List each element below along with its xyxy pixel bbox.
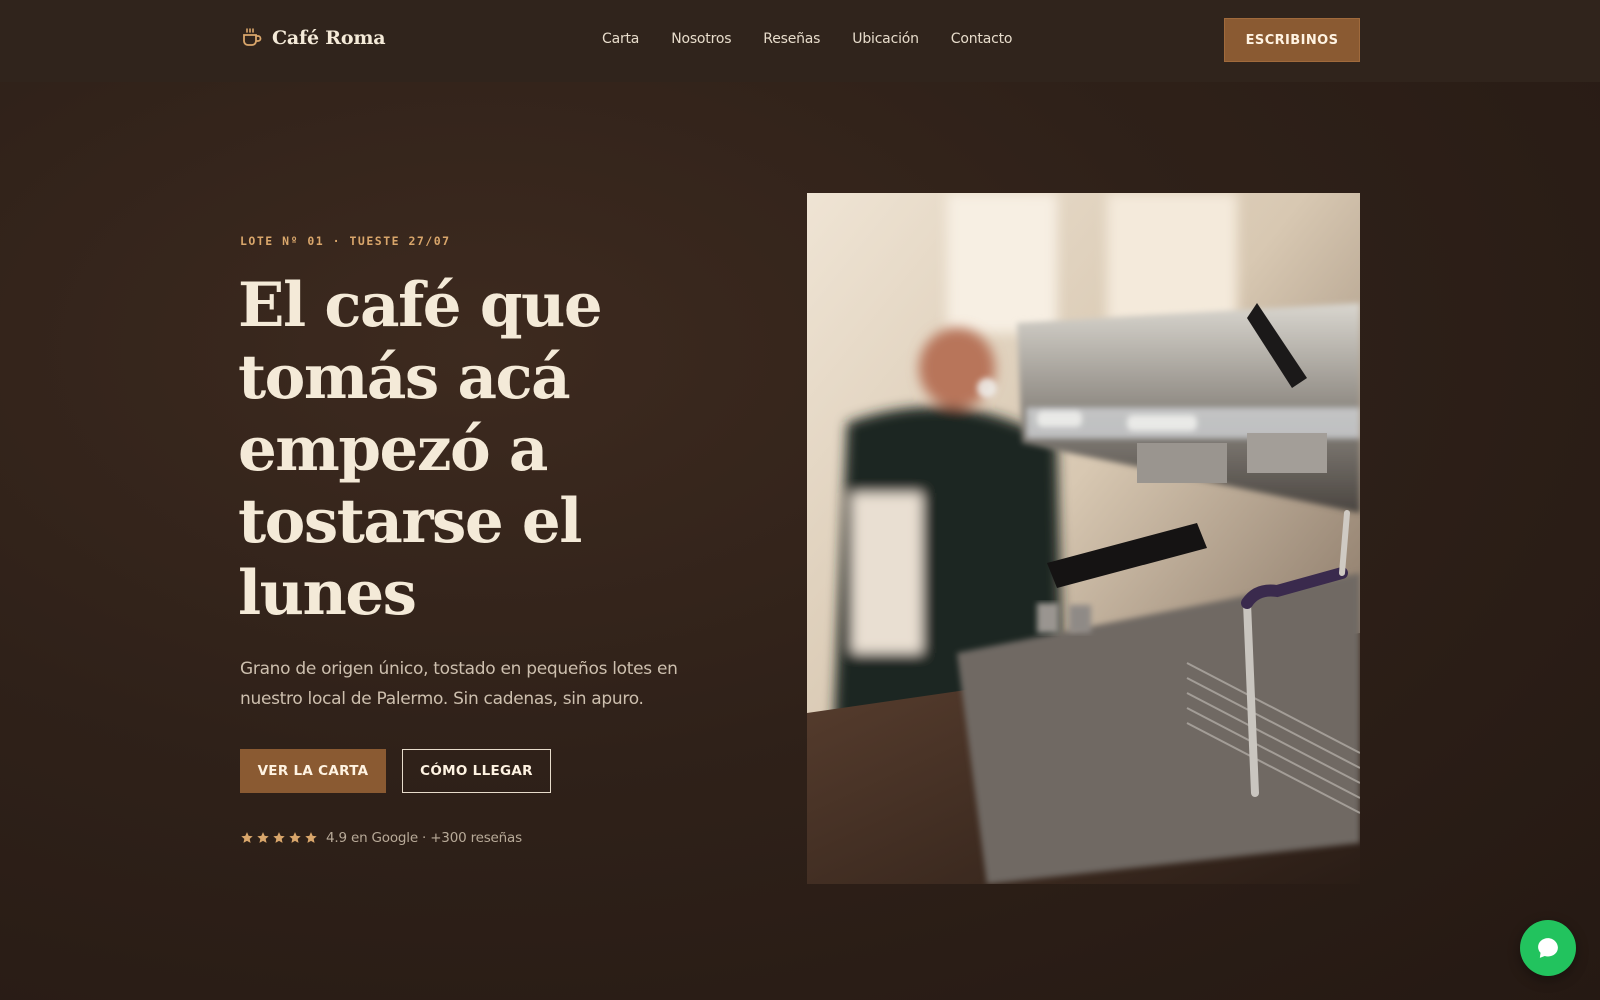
rating-text: 4.9 en Google · +300 reseñas <box>326 830 522 846</box>
google-rating: 4.9 en Google · +300 reseñas <box>240 830 522 846</box>
star-icon <box>257 832 269 843</box>
star-icon <box>305 832 317 843</box>
brand-logo[interactable]: Café Roma <box>240 26 386 50</box>
nav-link-carta[interactable]: Carta <box>602 31 639 47</box>
hero-headline: El café que tomás acá empezó a tostarse … <box>238 270 603 629</box>
star-icon <box>273 832 285 843</box>
chat-bubble-icon <box>1538 938 1558 958</box>
nav-link-nosotros[interactable]: Nosotros <box>671 31 731 47</box>
como-llegar-button[interactable]: CÓMO LLEGAR <box>402 749 551 793</box>
site-header: Café Roma Carta Nosotros Reseñas Ubicaci… <box>0 0 1600 82</box>
espresso-machine-photo <box>807 193 1360 884</box>
brand-name: Café Roma <box>272 27 386 49</box>
ver-la-carta-button[interactable]: VER LA CARTA <box>240 749 386 793</box>
star-icon <box>289 832 301 843</box>
chat-button[interactable] <box>1520 920 1576 976</box>
nav-link-resenas[interactable]: Reseñas <box>763 31 820 47</box>
rating-stars <box>240 831 318 845</box>
hero-lead: Grano de origen único, tostado en pequeñ… <box>240 659 678 709</box>
nav-link-contacto[interactable]: Contacto <box>951 31 1013 47</box>
escribinos-button[interactable]: ESCRIBINOS <box>1224 18 1360 62</box>
batch-kicker: LOTE Nº 01 · TUESTE 27/07 <box>240 234 451 248</box>
star-icon <box>241 832 253 843</box>
coffee-cup-icon <box>243 28 262 46</box>
nav-link-ubicacion[interactable]: Ubicación <box>852 31 919 47</box>
main-nav: Carta Nosotros Reseñas Ubicación Contact… <box>602 31 1012 47</box>
